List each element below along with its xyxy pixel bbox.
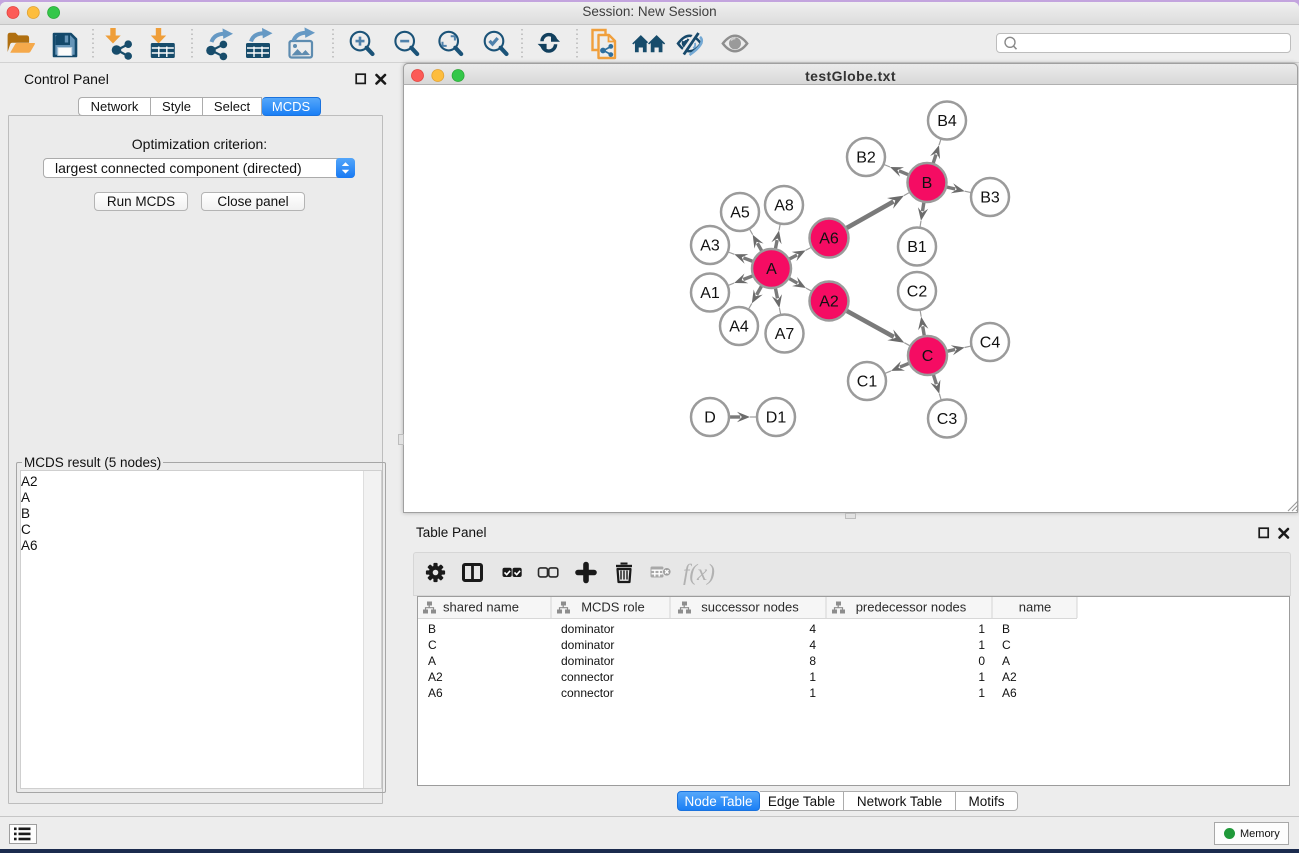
svg-text:A: A	[1002, 654, 1010, 668]
svg-text:D1: D1	[766, 410, 787, 427]
svg-text:A2: A2	[428, 670, 443, 684]
svg-text:B3: B3	[980, 190, 1000, 207]
svg-text:A6: A6	[428, 686, 443, 700]
svg-text:C: C	[922, 348, 934, 365]
svg-text:A3: A3	[700, 238, 720, 255]
svg-text:predecessor nodes: predecessor nodes	[856, 600, 967, 615]
svg-text:C2: C2	[907, 284, 928, 301]
svg-text:4: 4	[809, 622, 816, 636]
svg-text:A: A	[766, 261, 777, 278]
svg-text:1: 1	[978, 622, 985, 636]
svg-text:B: B	[922, 175, 933, 192]
svg-text:C4: C4	[980, 335, 1001, 352]
svg-text:MCDS role: MCDS role	[581, 600, 645, 615]
svg-text:connector: connector	[561, 670, 614, 684]
svg-text:B1: B1	[907, 239, 927, 256]
svg-text:connector: connector	[561, 686, 614, 700]
svg-text:B2: B2	[856, 150, 876, 167]
svg-text:A2: A2	[1002, 670, 1017, 684]
svg-text:4: 4	[809, 638, 816, 652]
svg-text:A7: A7	[775, 326, 795, 343]
svg-text:C: C	[428, 638, 437, 652]
svg-text:1: 1	[978, 638, 985, 652]
svg-text:dominator: dominator	[561, 654, 614, 668]
svg-text:dominator: dominator	[561, 622, 614, 636]
svg-text:0: 0	[978, 654, 985, 668]
svg-text:1: 1	[809, 670, 816, 684]
svg-text:8: 8	[809, 654, 816, 668]
svg-text:A6: A6	[819, 231, 839, 248]
svg-text:f(x): f(x)	[683, 560, 715, 585]
svg-text:A5: A5	[730, 205, 750, 222]
svg-text:successor nodes: successor nodes	[701, 600, 799, 615]
svg-text:name: name	[1019, 600, 1052, 615]
svg-text:C3: C3	[937, 411, 958, 428]
svg-text:A8: A8	[774, 198, 794, 215]
svg-text:C1: C1	[857, 374, 878, 391]
svg-text:A4: A4	[729, 319, 749, 336]
svg-text:C: C	[1002, 638, 1011, 652]
svg-text:B: B	[428, 622, 436, 636]
svg-text:A2: A2	[819, 294, 839, 311]
svg-text:dominator: dominator	[561, 638, 614, 652]
svg-text:1: 1	[978, 670, 985, 684]
svg-text:1: 1	[978, 686, 985, 700]
svg-text:B4: B4	[937, 113, 957, 130]
svg-text:shared name: shared name	[443, 600, 519, 615]
svg-text:D: D	[704, 410, 716, 427]
svg-text:A: A	[428, 654, 436, 668]
svg-text:A6: A6	[1002, 686, 1017, 700]
svg-text:A1: A1	[700, 285, 720, 302]
svg-text:B: B	[1002, 622, 1010, 636]
svg-text:1: 1	[809, 686, 816, 700]
